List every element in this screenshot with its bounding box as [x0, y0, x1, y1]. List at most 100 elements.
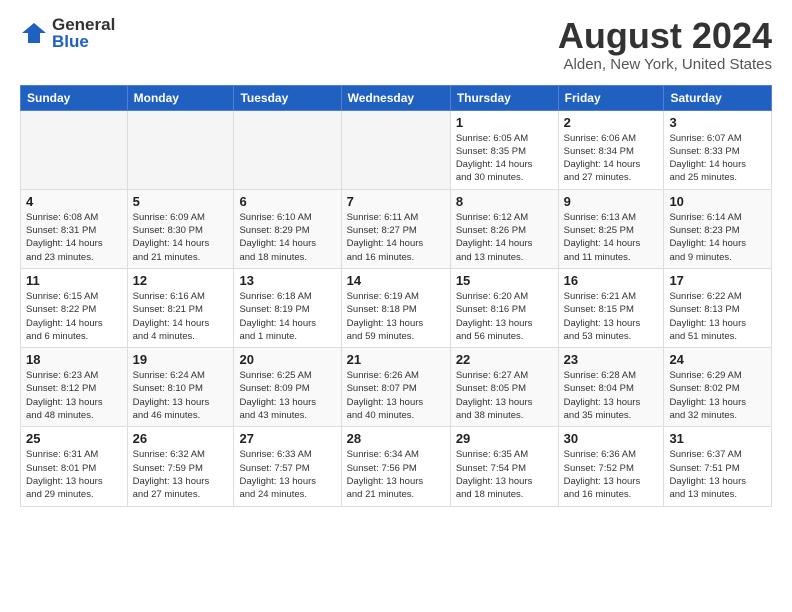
day-info: Sunrise: 6:26 AM Sunset: 8:07 PM Dayligh… [347, 369, 445, 422]
day-info: Sunrise: 6:13 AM Sunset: 8:25 PM Dayligh… [564, 211, 659, 264]
calendar-cell: 7 Sunrise: 6:11 AM Sunset: 8:27 PM Daylig… [341, 189, 450, 268]
day-info: Sunrise: 6:24 AM Sunset: 8:10 PM Dayligh… [133, 369, 229, 422]
day-number: 25 [26, 431, 122, 446]
day-info: Sunrise: 6:08 AM Sunset: 8:31 PM Dayligh… [26, 211, 122, 264]
day-info: Sunrise: 6:32 AM Sunset: 7:59 PM Dayligh… [133, 448, 229, 501]
day-info: Sunrise: 6:16 AM Sunset: 8:21 PM Dayligh… [133, 290, 229, 343]
day-number: 4 [26, 194, 122, 209]
day-info: Sunrise: 6:10 AM Sunset: 8:29 PM Dayligh… [239, 211, 335, 264]
calendar-cell: 18 Sunrise: 6:23 AM Sunset: 8:12 PM Dayli… [21, 348, 128, 427]
day-info: Sunrise: 6:35 AM Sunset: 7:54 PM Dayligh… [456, 448, 553, 501]
day-number: 14 [347, 273, 445, 288]
day-info: Sunrise: 6:07 AM Sunset: 8:33 PM Dayligh… [669, 132, 766, 185]
day-info: Sunrise: 6:22 AM Sunset: 8:13 PM Dayligh… [669, 290, 766, 343]
day-info: Sunrise: 6:37 AM Sunset: 7:51 PM Dayligh… [669, 448, 766, 501]
calendar-cell: 17 Sunrise: 6:22 AM Sunset: 8:13 PM Dayli… [664, 268, 772, 347]
calendar-cell: 26 Sunrise: 6:32 AM Sunset: 7:59 PM Dayli… [127, 427, 234, 506]
logo-icon [20, 19, 48, 47]
day-number: 29 [456, 431, 553, 446]
day-number: 16 [564, 273, 659, 288]
day-info: Sunrise: 6:15 AM Sunset: 8:22 PM Dayligh… [26, 290, 122, 343]
calendar-cell: 20 Sunrise: 6:25 AM Sunset: 8:09 PM Dayli… [234, 348, 341, 427]
calendar-header: SundayMondayTuesdayWednesdayThursdayFrid… [21, 85, 772, 110]
day-number: 12 [133, 273, 229, 288]
calendar-cell: 30 Sunrise: 6:36 AM Sunset: 7:52 PM Dayli… [558, 427, 664, 506]
calendar-cell [21, 110, 128, 189]
calendar-cell: 14 Sunrise: 6:19 AM Sunset: 8:18 PM Dayli… [341, 268, 450, 347]
day-number: 11 [26, 273, 122, 288]
weekday-header-wednesday: Wednesday [341, 85, 450, 110]
day-info: Sunrise: 6:27 AM Sunset: 8:05 PM Dayligh… [456, 369, 553, 422]
calendar-week-row: 11 Sunrise: 6:15 AM Sunset: 8:22 PM Dayli… [21, 268, 772, 347]
day-number: 19 [133, 352, 229, 367]
day-info: Sunrise: 6:11 AM Sunset: 8:27 PM Dayligh… [347, 211, 445, 264]
weekday-header-saturday: Saturday [664, 85, 772, 110]
weekday-header-thursday: Thursday [450, 85, 558, 110]
calendar-week-row: 4 Sunrise: 6:08 AM Sunset: 8:31 PM Daylig… [21, 189, 772, 268]
logo: General Blue [20, 16, 115, 50]
calendar-cell: 3 Sunrise: 6:07 AM Sunset: 8:33 PM Daylig… [664, 110, 772, 189]
day-number: 18 [26, 352, 122, 367]
calendar-week-row: 18 Sunrise: 6:23 AM Sunset: 8:12 PM Dayli… [21, 348, 772, 427]
day-number: 5 [133, 194, 229, 209]
page-header: General Blue August 2024 Alden, New York… [20, 16, 772, 73]
calendar-cell: 25Sunrise: 6:31 AM Sunset: 8:01 PM Dayli… [21, 427, 128, 506]
day-number: 13 [239, 273, 335, 288]
calendar-body: 1 Sunrise: 6:05 AM Sunset: 8:35 PM Daylig… [21, 110, 772, 506]
day-number: 10 [669, 194, 766, 209]
day-info: Sunrise: 6:20 AM Sunset: 8:16 PM Dayligh… [456, 290, 553, 343]
day-number: 31 [669, 431, 766, 446]
calendar-cell: 29 Sunrise: 6:35 AM Sunset: 7:54 PM Dayli… [450, 427, 558, 506]
day-number: 8 [456, 194, 553, 209]
day-number: 23 [564, 352, 659, 367]
day-number: 21 [347, 352, 445, 367]
calendar-week-row: 1 Sunrise: 6:05 AM Sunset: 8:35 PM Daylig… [21, 110, 772, 189]
day-info: Sunrise: 6:25 AM Sunset: 8:09 PM Dayligh… [239, 369, 335, 422]
day-number: 20 [239, 352, 335, 367]
calendar-cell: 6 Sunrise: 6:10 AM Sunset: 8:29 PM Daylig… [234, 189, 341, 268]
calendar-cell: 23Sunrise: 6:28 AM Sunset: 8:04 PM Dayli… [558, 348, 664, 427]
calendar-cell: 21 Sunrise: 6:26 AM Sunset: 8:07 PM Dayli… [341, 348, 450, 427]
calendar-cell: 12 Sunrise: 6:16 AM Sunset: 8:21 PM Dayli… [127, 268, 234, 347]
day-number: 9 [564, 194, 659, 209]
calendar-cell: 16Sunrise: 6:21 AM Sunset: 8:15 PM Dayli… [558, 268, 664, 347]
month-year-title: August 2024 [558, 16, 772, 56]
day-number: 17 [669, 273, 766, 288]
calendar-cell: 11 Sunrise: 6:15 AM Sunset: 8:22 PM Dayli… [21, 268, 128, 347]
logo-general: General [52, 16, 115, 33]
logo-blue: Blue [52, 33, 115, 50]
day-number: 1 [456, 115, 553, 130]
day-info: Sunrise: 6:18 AM Sunset: 8:19 PM Dayligh… [239, 290, 335, 343]
calendar-cell: 22 Sunrise: 6:27 AM Sunset: 8:05 PM Dayli… [450, 348, 558, 427]
day-number: 26 [133, 431, 229, 446]
calendar-cell: 19 Sunrise: 6:24 AM Sunset: 8:10 PM Dayli… [127, 348, 234, 427]
calendar-cell [127, 110, 234, 189]
day-number: 6 [239, 194, 335, 209]
weekday-header-sunday: Sunday [21, 85, 128, 110]
day-info: Sunrise: 6:19 AM Sunset: 8:18 PM Dayligh… [347, 290, 445, 343]
calendar-cell: 24Sunrise: 6:29 AM Sunset: 8:02 PM Dayli… [664, 348, 772, 427]
calendar-cell: 5Sunrise: 6:09 AM Sunset: 8:30 PM Daylig… [127, 189, 234, 268]
calendar-cell: 10 Sunrise: 6:14 AM Sunset: 8:23 PM Dayli… [664, 189, 772, 268]
calendar-cell: 13 Sunrise: 6:18 AM Sunset: 8:19 PM Dayli… [234, 268, 341, 347]
day-info: Sunrise: 6:29 AM Sunset: 8:02 PM Dayligh… [669, 369, 766, 422]
calendar-table: SundayMondayTuesdayWednesdayThursdayFrid… [20, 85, 772, 507]
day-number: 15 [456, 273, 553, 288]
weekday-header-monday: Monday [127, 85, 234, 110]
day-info: Sunrise: 6:34 AM Sunset: 7:56 PM Dayligh… [347, 448, 445, 501]
location-subtitle: Alden, New York, United States [558, 56, 772, 73]
day-number: 3 [669, 115, 766, 130]
day-info: Sunrise: 6:33 AM Sunset: 7:57 PM Dayligh… [239, 448, 335, 501]
day-number: 7 [347, 194, 445, 209]
day-number: 22 [456, 352, 553, 367]
day-info: Sunrise: 6:06 AM Sunset: 8:34 PM Dayligh… [564, 132, 659, 185]
day-info: Sunrise: 6:36 AM Sunset: 7:52 PM Dayligh… [564, 448, 659, 501]
logo-text: General Blue [52, 16, 115, 50]
day-number: 2 [564, 115, 659, 130]
calendar-cell: 27Sunrise: 6:33 AM Sunset: 7:57 PM Dayli… [234, 427, 341, 506]
day-info: Sunrise: 6:14 AM Sunset: 8:23 PM Dayligh… [669, 211, 766, 264]
day-info: Sunrise: 6:05 AM Sunset: 8:35 PM Dayligh… [456, 132, 553, 185]
day-info: Sunrise: 6:23 AM Sunset: 8:12 PM Dayligh… [26, 369, 122, 422]
calendar-week-row: 25Sunrise: 6:31 AM Sunset: 8:01 PM Dayli… [21, 427, 772, 506]
day-number: 30 [564, 431, 659, 446]
